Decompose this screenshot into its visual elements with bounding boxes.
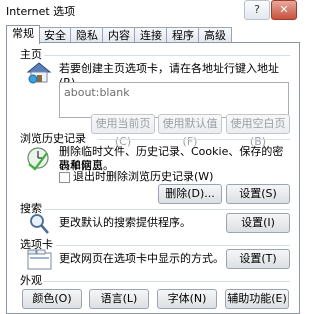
close-button[interactable]: ✕ bbox=[271, 0, 297, 20]
delete-history-button[interactable]: 删除(D)... bbox=[158, 184, 222, 204]
window-title: Internet 选项 bbox=[6, 5, 76, 18]
tab-strip: 常规 安全 隐私 内容 连接 程序 高级 bbox=[6, 25, 300, 44]
appearance-group-label: 外观 bbox=[20, 274, 42, 287]
search-settings-button[interactable]: 设置(I) bbox=[226, 213, 290, 233]
history-group-label: 浏览历史记录 bbox=[20, 132, 86, 145]
use-blank-button[interactable]: 使用空白页(B) bbox=[226, 114, 290, 148]
search-description: 更改默认的搜索提供程序。 bbox=[59, 216, 191, 229]
title-bar: Internet 选项 ? ✕ bbox=[0, 0, 300, 20]
history-divider bbox=[98, 139, 290, 140]
homepage-url-field[interactable]: about:blank bbox=[59, 82, 289, 118]
history-icon bbox=[27, 147, 49, 171]
delete-on-exit-checkbox[interactable] bbox=[59, 172, 70, 183]
use-default-button[interactable]: 使用默认值(F) bbox=[158, 114, 222, 148]
tab-connections[interactable]: 连接 bbox=[134, 27, 168, 43]
tabbed-window-icon bbox=[27, 249, 52, 270]
tab-security[interactable]: 安全 bbox=[38, 27, 72, 43]
tabs-settings-button[interactable]: 设置(T) bbox=[226, 249, 290, 269]
search-icon bbox=[30, 214, 49, 234]
search-divider bbox=[44, 209, 290, 210]
tabs-divider bbox=[56, 245, 290, 246]
accessibility-button[interactable]: 辅助功能(E) bbox=[225, 289, 289, 309]
fonts-button[interactable]: 字体(N) bbox=[157, 289, 217, 309]
history-settings-button[interactable]: 设置(S) bbox=[226, 184, 290, 204]
tab-general[interactable]: 常规 bbox=[6, 25, 40, 44]
colors-button[interactable]: 颜色(O) bbox=[22, 289, 82, 309]
tab-advanced[interactable]: 高级 bbox=[198, 27, 232, 43]
tabs-description: 更改网页在选项卡中显示的方式。 bbox=[59, 252, 224, 265]
delete-on-exit-label: 退出时删除浏览历史记录(W) bbox=[73, 170, 214, 183]
tab-privacy[interactable]: 隐私 bbox=[70, 27, 104, 43]
help-button[interactable]: ? bbox=[244, 0, 270, 20]
languages-button[interactable]: 语言(L) bbox=[89, 289, 149, 309]
appearance-divider bbox=[44, 281, 290, 282]
tab-content[interactable]: 内容 bbox=[102, 27, 136, 43]
home-icon bbox=[26, 62, 52, 84]
tab-programs[interactable]: 程序 bbox=[166, 27, 200, 43]
homepage-divider bbox=[44, 55, 290, 56]
use-current-button[interactable]: 使用当前页(C) bbox=[91, 114, 155, 148]
